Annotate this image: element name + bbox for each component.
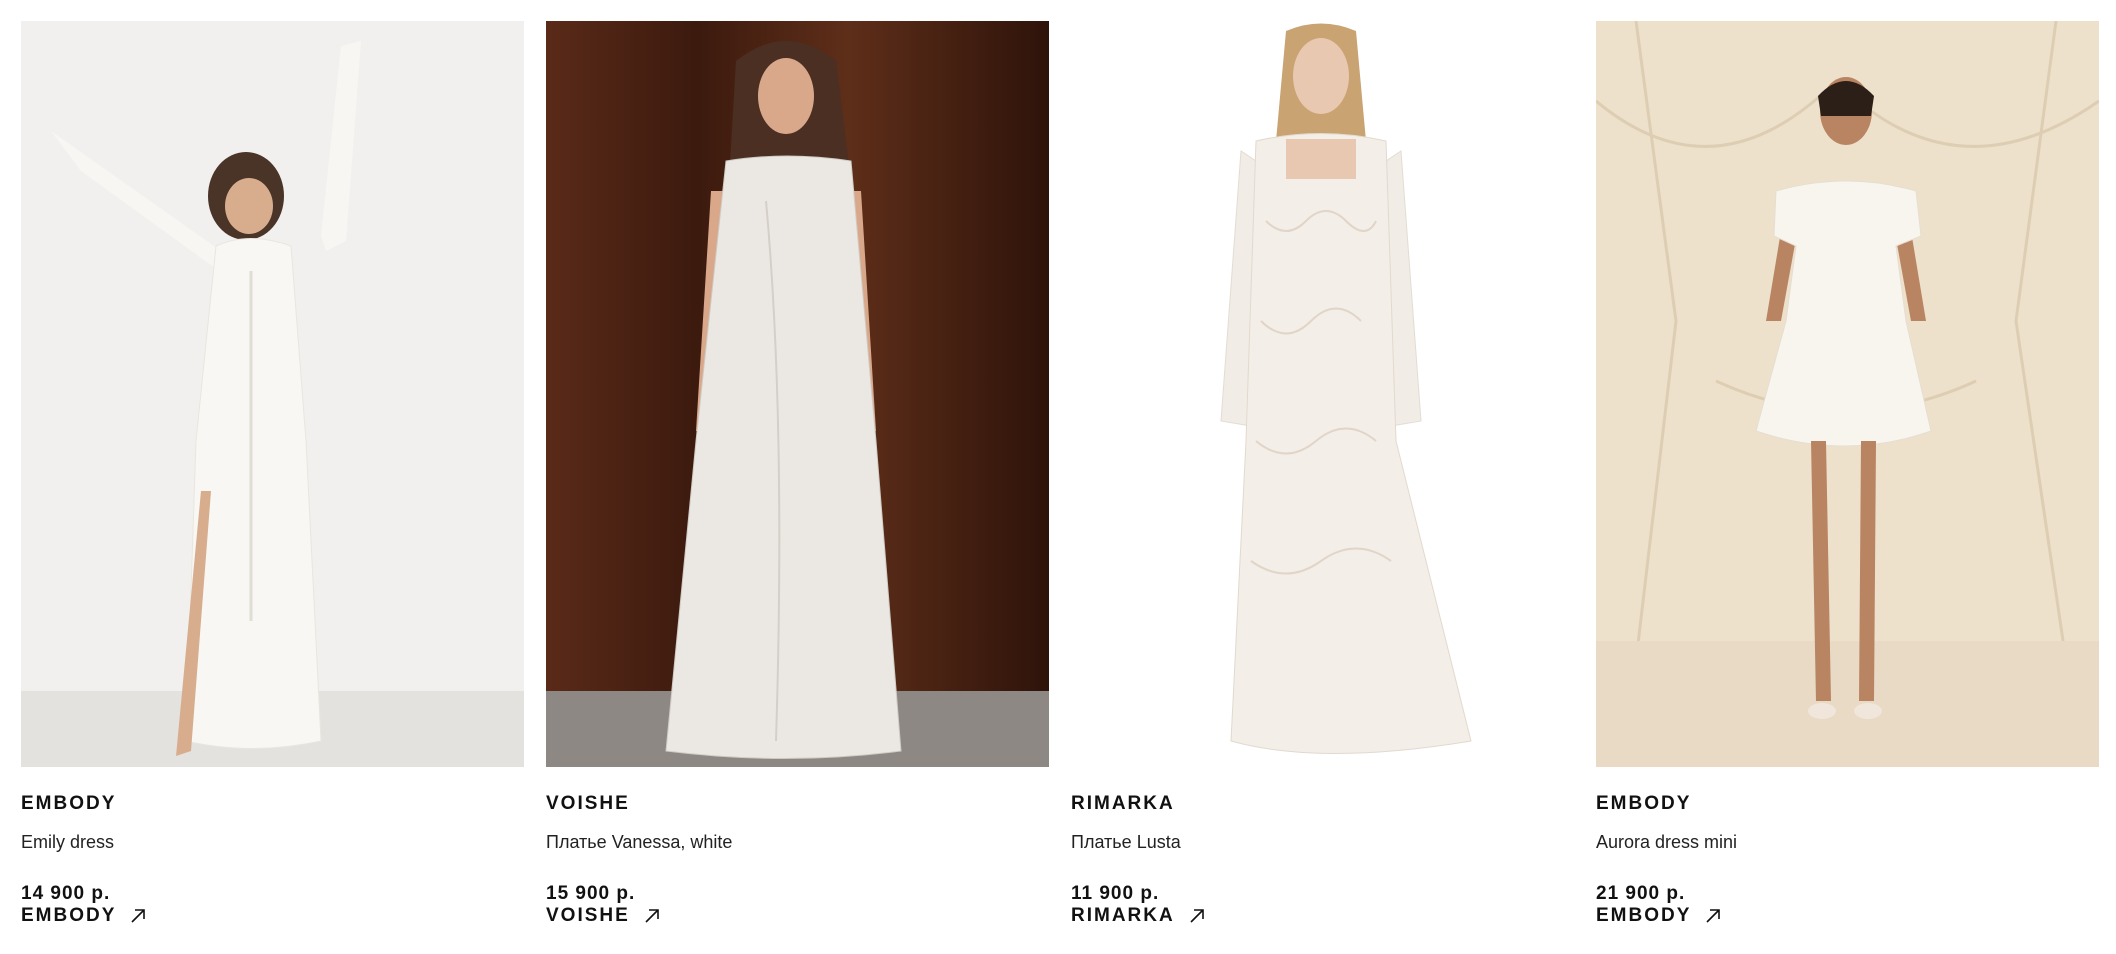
product-name[interactable]: Платье Vanessa, white [546, 831, 1049, 853]
product-name[interactable]: Emily dress [21, 831, 524, 853]
brand-link-label: RIMARKA [1071, 905, 1175, 926]
product-name[interactable]: Aurora dress mini [1596, 831, 2099, 853]
product-brand: VOISHE [546, 793, 630, 814]
product-image[interactable] [546, 21, 1049, 767]
product-photo [1596, 21, 2099, 767]
product-image[interactable] [1596, 21, 2099, 767]
brand-link[interactable]: RIMARKA [1071, 905, 1205, 927]
product-brand: EMBODY [1596, 793, 1692, 814]
product-photo [21, 21, 524, 767]
product-name[interactable]: Платье Lusta [1071, 831, 1574, 853]
brand-link[interactable]: VOISHE [546, 905, 660, 927]
arrow-up-right-icon [130, 908, 146, 924]
product-brand: RIMARKA [1071, 793, 1175, 814]
brand-link[interactable]: EMBODY [1596, 905, 1721, 927]
product-photo [1071, 21, 1574, 767]
product-price: 21 900 р. [1596, 883, 1686, 904]
product-price: 14 900 р. [21, 883, 111, 904]
product-price: 11 900 р. [1071, 883, 1160, 904]
product-image[interactable] [21, 21, 524, 767]
brand-link-label: EMBODY [1596, 905, 1692, 926]
brand-link-label: VOISHE [546, 905, 630, 926]
product-card[interactable]: RIMARKA Платье Lusta 11 900 р. RIMARKA [1071, 21, 1574, 927]
brand-link-label: EMBODY [21, 905, 117, 926]
arrow-up-right-icon [644, 908, 660, 924]
product-brand: EMBODY [21, 793, 117, 814]
product-card[interactable]: EMBODY Emily dress 14 900 р. EMBODY [21, 21, 524, 927]
arrow-up-right-icon [1189, 908, 1205, 924]
product-card[interactable]: EMBODY Aurora dress mini 21 900 р. EMBOD… [1596, 21, 2099, 927]
brand-link[interactable]: EMBODY [21, 905, 146, 927]
product-photo [546, 21, 1049, 767]
product-image[interactable] [1071, 21, 1574, 767]
product-price: 15 900 р. [546, 883, 636, 904]
product-card[interactable]: VOISHE Платье Vanessa, white 15 900 р. V… [546, 21, 1049, 927]
arrow-up-right-icon [1705, 908, 1721, 924]
product-grid: EMBODY Emily dress 14 900 р. EMBODY VOIS… [21, 21, 2099, 927]
